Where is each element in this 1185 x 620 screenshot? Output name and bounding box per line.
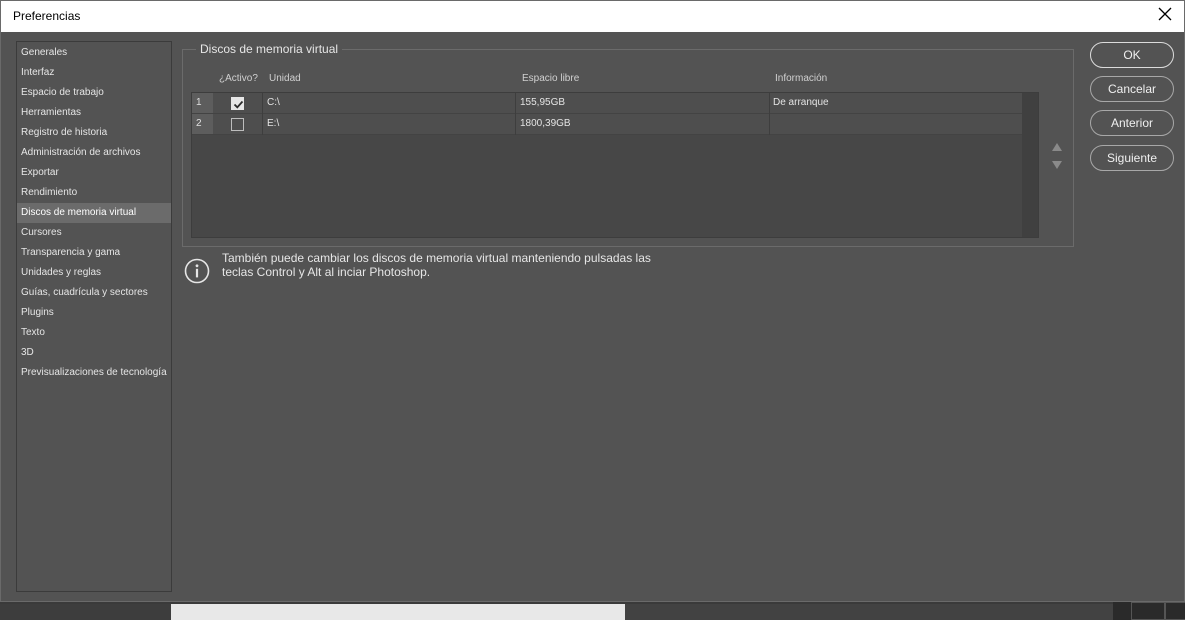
cancel-button[interactable]: Cancelar xyxy=(1090,76,1174,102)
background-panel xyxy=(625,604,1113,620)
sidebar-list: Generales Interfaz Espacio de trabajo He… xyxy=(17,42,171,383)
close-icon xyxy=(1158,7,1172,21)
column-divider xyxy=(515,114,516,135)
info-line: También puede cambiar los discos de memo… xyxy=(222,251,651,265)
background-canvas xyxy=(171,604,625,620)
sidebar-item-herramientas[interactable]: Herramientas xyxy=(17,103,171,123)
active-checkbox[interactable] xyxy=(231,97,244,110)
table-row[interactable]: 2 E:\ 1800,39GB xyxy=(192,114,1022,135)
sidebar-item-espacio-de-trabajo[interactable]: Espacio de trabajo xyxy=(17,83,171,103)
drive-cell: C:\ xyxy=(267,97,280,108)
sidebar-item-cursores[interactable]: Cursores xyxy=(17,223,171,243)
sidebar-item-generales[interactable]: Generales xyxy=(17,43,171,63)
column-header-free-space[interactable]: Espacio libre xyxy=(522,73,579,84)
column-divider xyxy=(262,114,263,135)
sidebar-item-3d[interactable]: 3D xyxy=(17,343,171,363)
window-title: Preferencias xyxy=(13,9,81,23)
ok-button[interactable]: OK xyxy=(1090,42,1174,68)
row-number: 2 xyxy=(192,114,213,134)
sidebar-item-exportar[interactable]: Exportar xyxy=(17,163,171,183)
background-panel-right xyxy=(1113,600,1185,620)
sidebar-item-administracion-de-archivos[interactable]: Administración de archivos xyxy=(17,143,171,163)
arrow-up-icon xyxy=(1052,143,1062,151)
row-number: 1 xyxy=(192,93,213,113)
move-down-button[interactable] xyxy=(1051,158,1063,170)
column-divider xyxy=(769,93,770,114)
sidebar-item-plugins[interactable]: Plugins xyxy=(17,303,171,323)
sidebar-item-registro-de-historia[interactable]: Registro de historia xyxy=(17,123,171,143)
previous-button[interactable]: Anterior xyxy=(1090,110,1174,136)
sidebar-item-transparencia-y-gama[interactable]: Transparencia y gama xyxy=(17,243,171,263)
background-cell xyxy=(1131,602,1165,620)
background-panel-left xyxy=(0,604,171,620)
column-divider xyxy=(515,93,516,114)
active-checkbox[interactable] xyxy=(231,118,244,131)
info-icon xyxy=(184,258,210,284)
column-header-drive[interactable]: Unidad xyxy=(269,73,301,84)
free-space-cell: 155,95GB xyxy=(520,97,566,108)
title-bar: Preferencias xyxy=(1,1,1184,32)
sidebar-item-interfaz[interactable]: Interfaz xyxy=(17,63,171,83)
column-header-active[interactable]: ¿Activo? xyxy=(219,73,258,84)
next-button[interactable]: Siguiente xyxy=(1090,145,1174,171)
info-cell: De arranque xyxy=(773,97,829,108)
sidebar-item-rendimiento[interactable]: Rendimiento xyxy=(17,183,171,203)
close-button[interactable] xyxy=(1152,4,1178,28)
background-cell xyxy=(1165,602,1185,620)
sidebar-item-previsualizaciones[interactable]: Previsualizaciones de tecnología xyxy=(17,363,171,383)
info-line: teclas Control y Alt al inciar Photoshop… xyxy=(222,265,431,279)
column-header-info[interactable]: Información xyxy=(775,73,827,84)
sidebar-item-texto[interactable]: Texto xyxy=(17,323,171,343)
move-up-button[interactable] xyxy=(1051,140,1063,152)
drive-cell: E:\ xyxy=(267,118,280,129)
scratch-disks-table: 1 C:\ 155,95GB De arranque 2 E:\ 1800,39… xyxy=(191,92,1039,238)
sidebar-item-unidades-y-reglas[interactable]: Unidades y reglas xyxy=(17,263,171,283)
column-divider xyxy=(262,93,263,114)
table-row[interactable]: 1 C:\ 155,95GB De arranque xyxy=(192,93,1022,114)
preferences-dialog: Preferencias Generales Interfaz Espacio … xyxy=(0,0,1185,602)
checkmark-icon xyxy=(233,100,244,109)
arrow-down-icon xyxy=(1052,161,1062,169)
info-message: También puede cambiar los discos de memo… xyxy=(222,251,692,279)
sidebar-item-discos-de-memoria-virtual[interactable]: Discos de memoria virtual xyxy=(17,203,171,223)
group-title: Discos de memoria virtual xyxy=(196,42,343,56)
preferences-sidebar: Generales Interfaz Espacio de trabajo He… xyxy=(16,41,172,592)
column-divider xyxy=(769,114,770,135)
free-space-cell: 1800,39GB xyxy=(520,118,571,129)
table-scrollbar[interactable] xyxy=(1022,93,1038,237)
sidebar-item-guias[interactable]: Guías, cuadrícula y sectores xyxy=(17,283,171,303)
